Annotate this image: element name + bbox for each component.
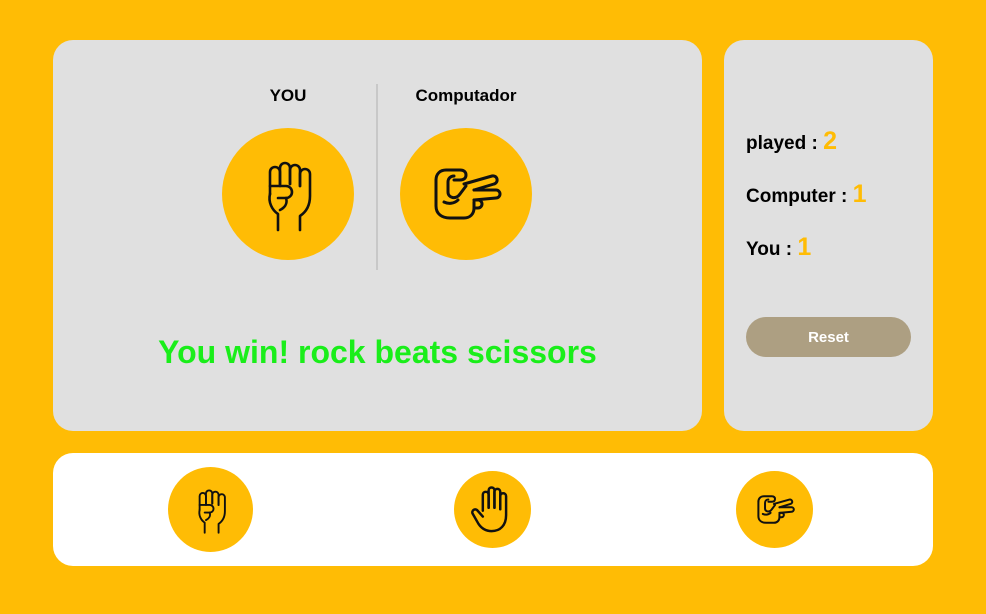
played-label: played : <box>746 133 824 154</box>
rock-hand-icon <box>268 161 312 232</box>
choice-rock-button[interactable] <box>168 467 253 552</box>
paper-hand-icon <box>470 485 507 532</box>
divider <box>376 84 378 270</box>
rock-hand-icon <box>197 489 226 534</box>
you-choice-display <box>222 128 354 260</box>
played-value: 2 <box>823 127 837 155</box>
computer-choice-display <box>400 128 532 260</box>
you-score-label: You : <box>746 239 798 260</box>
computer-score-label: Computer : <box>746 186 853 207</box>
choice-scissors-button[interactable] <box>736 471 813 548</box>
score-computer: Computer : 1 <box>746 180 867 209</box>
computer-label: Computador <box>415 86 517 105</box>
you-score-value: 1 <box>797 233 812 261</box>
score-you: You : 1 <box>746 233 811 262</box>
scissors-hand-icon <box>756 495 795 524</box>
computer-score-value: 1 <box>852 180 867 208</box>
result-message: You win! rock beats scissors <box>158 334 597 370</box>
score-played: played : 2 <box>746 127 837 156</box>
you-label: YOU <box>269 86 307 105</box>
scissors-hand-icon <box>434 168 502 220</box>
choice-paper-button[interactable] <box>454 471 531 548</box>
reset-button[interactable]: Reset <box>746 317 911 357</box>
